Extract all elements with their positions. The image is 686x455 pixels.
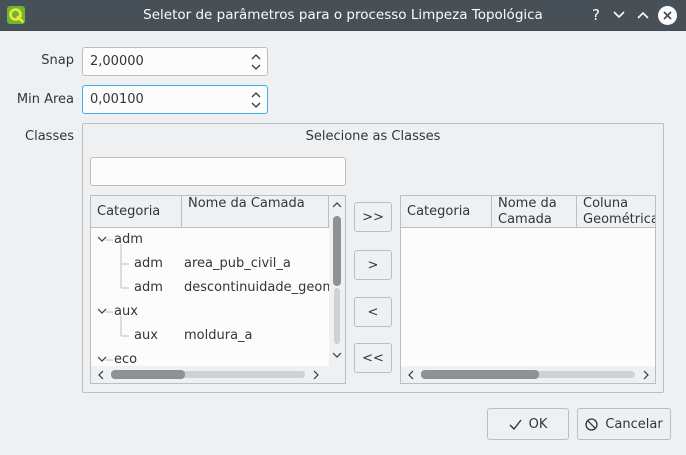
scroll-down-icon[interactable]: [332, 352, 342, 359]
chevron-up-icon: [637, 11, 649, 19]
header-nome-camada[interactable]: Nome da Camada: [182, 196, 329, 227]
horizontal-scroll-thumb[interactable]: [111, 370, 185, 379]
snap-label: Snap: [41, 53, 74, 68]
close-button[interactable]: [655, 3, 679, 27]
tree-header: Categoria Nome da Camada: [91, 196, 329, 228]
header-categoria[interactable]: Categoria: [91, 196, 182, 227]
vertical-scroll-track[interactable]: [334, 288, 340, 344]
scroll-left-icon[interactable]: [407, 370, 414, 380]
row-layer: moldura_a: [184, 328, 253, 343]
cancel-label: Cancelar: [605, 416, 663, 432]
remove-all-button[interactable]: <<: [354, 343, 392, 373]
vertical-scroll-thumb[interactable]: [333, 216, 341, 286]
group-title: Selecione as Classes: [305, 129, 441, 144]
cancel-button[interactable]: Cancelar: [577, 408, 671, 440]
tree-connector-lines: [105, 239, 129, 361]
remove-selected-button[interactable]: <: [354, 297, 392, 327]
scroll-left-icon[interactable]: [97, 370, 104, 380]
help-button[interactable]: ?: [584, 3, 608, 27]
close-icon: [657, 5, 677, 25]
scroll-up-icon[interactable]: [332, 201, 342, 208]
available-classes-tree[interactable]: Categoria Nome da Camada adm adm area_pu…: [90, 195, 346, 384]
snap-spinbox[interactable]: 2,00000: [82, 47, 268, 76]
add-selected-button[interactable]: >: [354, 250, 392, 280]
title-bar[interactable]: Seletor de parâmetros para o processo Li…: [0, 0, 686, 31]
chevron-down-icon: [613, 11, 625, 19]
horizontal-scrollbar[interactable]: [91, 366, 345, 383]
row-category: adm: [134, 256, 163, 271]
spin-arrows-icon[interactable]: [249, 88, 263, 112]
help-icon: ?: [592, 6, 600, 24]
check-icon: [509, 419, 522, 430]
filter-input[interactable]: [90, 157, 346, 186]
header-coluna-geometrica[interactable]: Coluna Geométrica: [577, 196, 655, 227]
header-nome-camada[interactable]: Nome da Camada: [492, 196, 577, 227]
ok-button[interactable]: OK: [487, 408, 569, 440]
min-area-spinbox[interactable]: 0,00100: [82, 85, 268, 114]
min-area-value: 0,00100: [90, 92, 144, 107]
cancel-icon: [585, 417, 598, 431]
selected-classes-tree[interactable]: Categoria Nome da Camada Coluna Geométri…: [400, 195, 656, 384]
maximize-button[interactable]: [631, 3, 655, 27]
tree-header: Categoria Nome da Camada Coluna Geométri…: [401, 196, 655, 228]
header-categoria[interactable]: Categoria: [401, 196, 492, 227]
row-category: adm: [134, 280, 163, 295]
ok-label: OK: [528, 416, 548, 432]
scroll-right-icon[interactable]: [313, 370, 320, 380]
classes-label: Classes: [25, 129, 74, 144]
add-all-button[interactable]: >>: [354, 202, 392, 232]
minimize-button[interactable]: [607, 3, 631, 27]
spin-arrows-icon[interactable]: [249, 50, 263, 74]
row-layer: area_pub_civil_a: [184, 256, 291, 271]
row-layer: descontinuidade_geom: [184, 280, 329, 295]
min-area-label: Min Area: [16, 92, 74, 107]
horizontal-scroll-thumb[interactable]: [421, 370, 539, 379]
vertical-scrollbar[interactable]: [329, 196, 345, 366]
snap-value: 2,00000: [90, 54, 144, 69]
scroll-right-icon[interactable]: [643, 370, 650, 380]
row-category: aux: [134, 328, 158, 343]
horizontal-scrollbar[interactable]: [401, 366, 655, 383]
tree-body: adm adm area_pub_civil_a adm descontinui…: [91, 228, 329, 366]
